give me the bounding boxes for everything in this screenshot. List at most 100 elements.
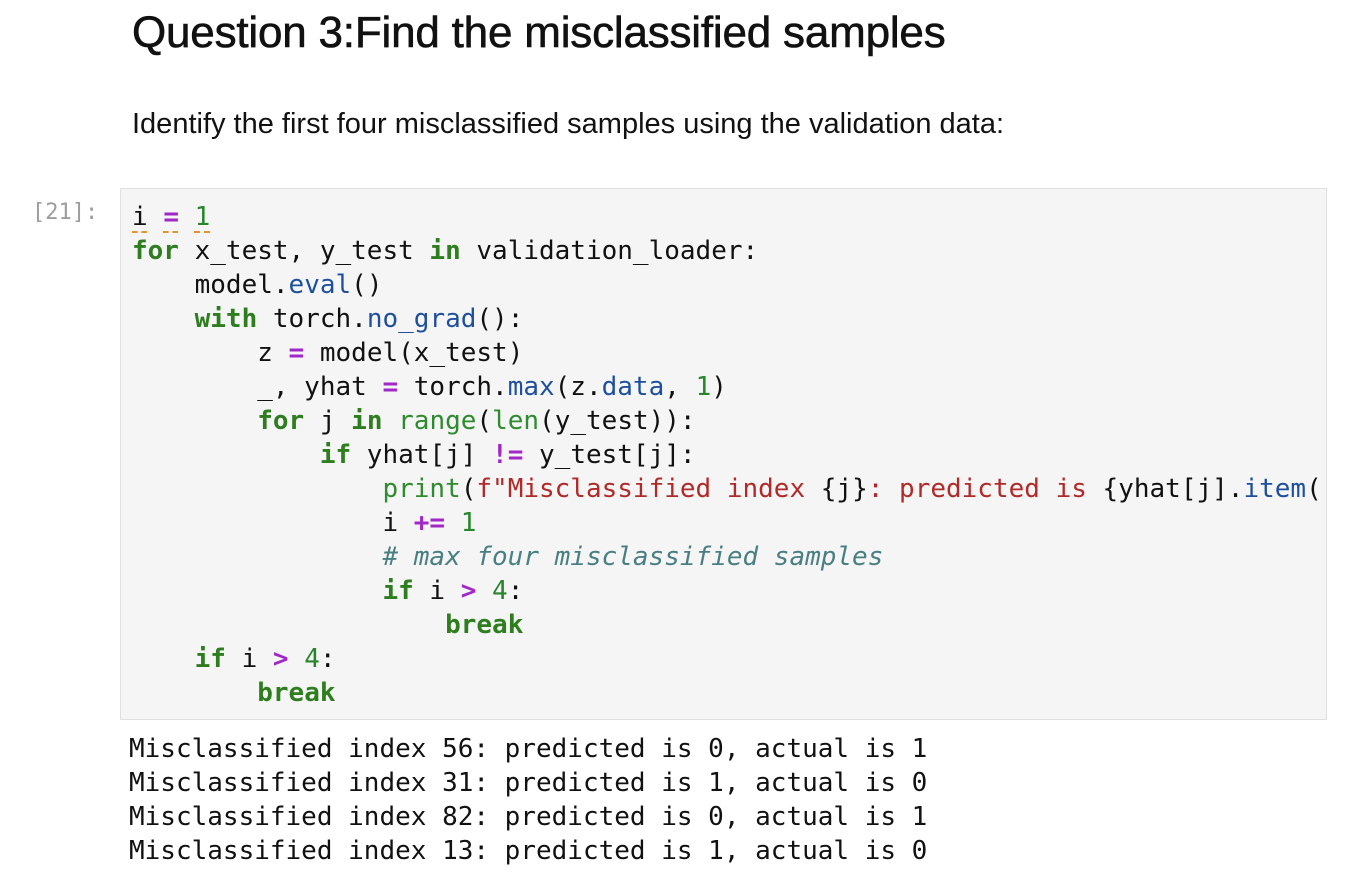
code-token: = <box>382 372 399 402</box>
code-line: if i > 4: <box>132 574 1326 608</box>
code-token: = <box>163 202 179 232</box>
code-token: print <box>382 474 461 504</box>
code-token: > <box>272 644 289 674</box>
code-token: i <box>413 576 461 606</box>
code-token: (): <box>476 304 524 334</box>
code-token: if <box>194 644 226 674</box>
code-line: if yhat[j] != y_test[j]: <box>132 438 1326 472</box>
code-token: model. <box>132 270 289 300</box>
code-token: data <box>601 372 665 402</box>
code-token: {yhat[j]. <box>1102 474 1244 504</box>
code-token: j <box>304 406 352 436</box>
code-line: model.eval() <box>132 268 1326 302</box>
code-line: print(f"Misclassified index {j}: predict… <box>132 472 1326 506</box>
code-line: # max four misclassified samples <box>132 540 1326 574</box>
code-token: for <box>257 406 305 436</box>
code-token: for <box>132 236 179 266</box>
code-token: y_test[j]: <box>523 440 696 470</box>
cell-execution-count: [21]: <box>32 200 99 225</box>
code-token: if <box>382 576 414 606</box>
code-token: 4 <box>492 576 508 606</box>
code-token: break <box>445 610 524 640</box>
code-token: = <box>288 338 305 368</box>
code-token: i <box>225 644 273 674</box>
code-token: > <box>460 576 477 606</box>
code-line: z = model(x_test) <box>132 336 1326 370</box>
code-token: _, yhat <box>132 372 383 402</box>
markdown-heading: Question 3:Find the misclassified sample… <box>132 8 946 58</box>
code-token: no_grad <box>366 304 477 334</box>
code-line: with torch.no_grad(): <box>132 302 1326 336</box>
code-token: : predicted is <box>867 474 1103 504</box>
code-cell-editor[interactable]: i = 1 for x_test, y_test in validation_lo… <box>120 188 1327 720</box>
code-token: validation_loader: <box>460 236 759 266</box>
code-token: {j} <box>820 474 868 504</box>
code-line: break <box>132 676 1326 710</box>
code-token: : <box>319 644 336 674</box>
code-token: z <box>132 338 289 368</box>
code-token: ) <box>711 372 727 402</box>
code-token: torch. <box>257 304 367 334</box>
code-token: != <box>492 440 524 470</box>
code-line: for j in range(len(y_test)): <box>132 404 1326 438</box>
code-line: _, yhat = torch.max(z.data, 1) <box>132 370 1326 404</box>
code-token: 1 <box>695 372 712 402</box>
code-token: eval <box>288 270 352 300</box>
code-token: max <box>507 372 555 402</box>
code-token: ( <box>460 474 477 504</box>
code-token: += <box>413 508 446 538</box>
code-token: # max four misclassified samples <box>382 542 884 572</box>
code-token: 4 <box>304 644 320 674</box>
code-token: len <box>492 406 540 436</box>
code-token: () <box>351 270 383 300</box>
code-token: torch. <box>398 372 508 402</box>
output-line: Misclassified index 56: predicted is 0, … <box>129 734 928 764</box>
code-token: model(x_test) <box>304 338 524 368</box>
code-token: in <box>351 406 383 436</box>
output-line: Misclassified index 31: predicted is 1, … <box>129 768 928 798</box>
code-token: yhat[j] <box>351 440 493 470</box>
cell-output: Misclassified index 56: predicted is 0, … <box>129 732 927 868</box>
code-token: with <box>194 304 258 334</box>
code-token: range <box>398 406 477 436</box>
code-token: break <box>257 678 336 708</box>
markdown-paragraph: Identify the first four misclassified sa… <box>132 108 1005 140</box>
code-token: (y_test)): <box>539 406 696 436</box>
code-line: i = 1 <box>132 200 1326 234</box>
code-token: () <box>1306 474 1326 504</box>
code-block[interactable]: i = 1 for x_test, y_test in validation_lo… <box>132 200 1326 710</box>
code-token: if <box>319 440 352 470</box>
code-token: : <box>507 576 524 606</box>
output-line: Misclassified index 13: predicted is 1, … <box>129 836 928 866</box>
output-line: Misclassified index 82: predicted is 0, … <box>129 802 928 832</box>
code-line: i += 1 <box>132 506 1326 540</box>
code-line: for x_test, y_test in validation_loader: <box>132 234 1326 268</box>
code-token: in <box>429 236 461 266</box>
code-line: break <box>132 608 1326 642</box>
code-token: i <box>132 508 414 538</box>
code-token: x_test, y_test <box>178 236 430 266</box>
code-token: 1 <box>460 508 477 538</box>
code-token: (z. <box>554 372 602 402</box>
code-token: , <box>664 372 696 402</box>
code-token: 1 <box>194 202 211 232</box>
code-token: ( <box>476 406 493 436</box>
code-token: f"Misclassified index <box>476 474 821 504</box>
code-line: if i > 4: <box>132 642 1326 676</box>
code-token: item <box>1243 474 1307 504</box>
